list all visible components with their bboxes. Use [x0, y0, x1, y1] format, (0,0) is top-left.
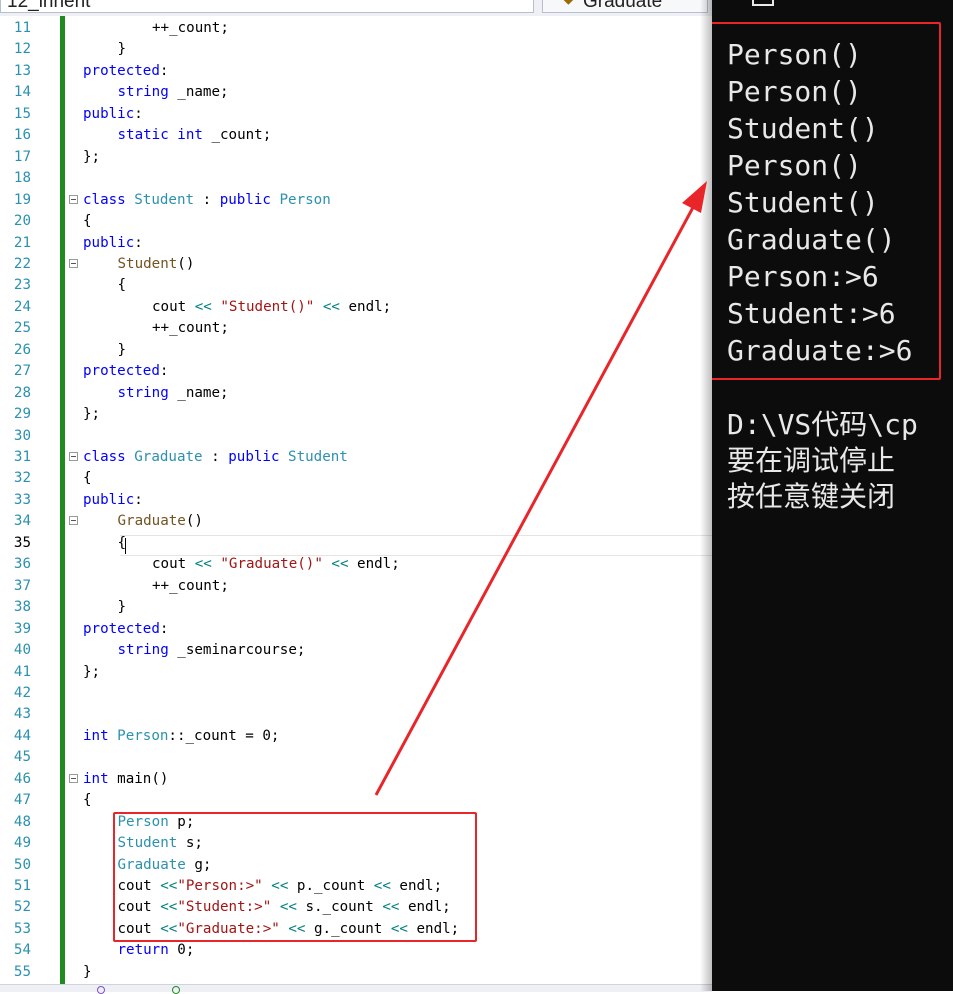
- arrow-head: [682, 181, 707, 213]
- annotation-arrow: [374, 181, 707, 796]
- arrow-shaft: [374, 199, 699, 796]
